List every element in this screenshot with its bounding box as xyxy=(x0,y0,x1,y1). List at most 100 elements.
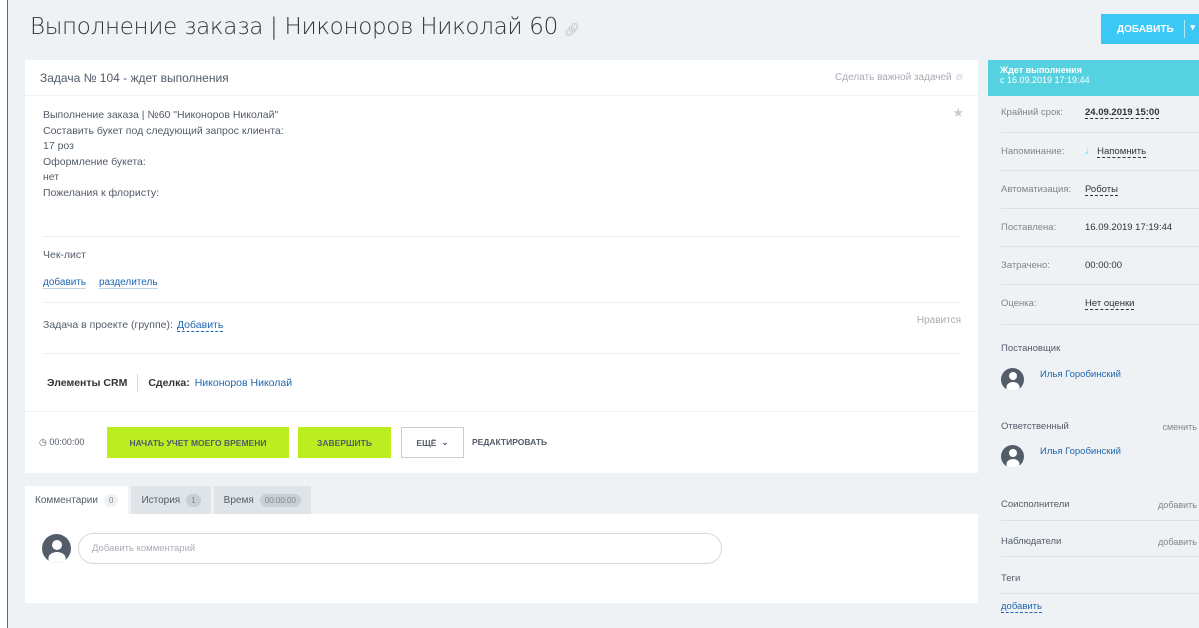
description-line: 17 роз xyxy=(43,140,74,153)
task-header-title: Задача № 104 - ждет выполнения xyxy=(40,70,229,85)
comment-input[interactable]: Добавить комментарий xyxy=(78,533,722,564)
deal-link[interactable]: Никоноров Николай xyxy=(195,377,292,389)
divider xyxy=(1001,284,1199,285)
description-line: Выполнение заказа | №60 "Никоноров Никол… xyxy=(43,109,279,121)
responsible-change-link[interactable]: сменить xyxy=(1162,422,1197,432)
spent-value: 00:00:00 xyxy=(1085,260,1122,271)
creator-name-link[interactable]: Илья Горобинский xyxy=(1040,369,1121,380)
divider xyxy=(1001,520,1199,521)
avatar-body xyxy=(48,552,65,563)
add-button-label: ДОБАВИТЬ xyxy=(1117,23,1174,35)
description-line: Пожелания к флористу: xyxy=(43,186,160,199)
divider xyxy=(1001,132,1199,133)
checklist-title: Чек-лист xyxy=(43,249,86,261)
creator-label: Постановщик xyxy=(1001,343,1061,354)
more-label: ЕЩЁ xyxy=(416,437,437,448)
deadline-value[interactable]: 24.09.2019 15:00 xyxy=(1085,107,1160,119)
status-badge: Ждет выполнения с 16.09.2019 17:19:44 xyxy=(988,60,1199,96)
spent-row: Затрачено: 00:00:00 xyxy=(1001,260,1122,271)
reminder-row: Напоминание: ♩ Напомнить xyxy=(1001,146,1147,158)
reminder-value: Напомнить xyxy=(1097,146,1147,158)
created-label: Поставлена: xyxy=(1001,222,1057,233)
automation-value[interactable]: Роботы xyxy=(1085,184,1118,196)
created-row: Поставлена: 16.09.2019 17:19:44 xyxy=(1001,222,1172,233)
comments-panel: Добавить комментарий xyxy=(25,514,978,603)
spent-label: Затрачено: xyxy=(1001,260,1050,271)
coexec-add-link[interactable]: добавить xyxy=(1158,500,1197,510)
comment-placeholder: Добавить комментарий xyxy=(92,543,196,554)
responsible-name-link[interactable]: Илья Горобинский xyxy=(1040,446,1121,457)
tab-history[interactable]: История 1 xyxy=(131,486,211,514)
page-title: Выполнение заказа | Никоноров Николай 60… xyxy=(30,14,580,40)
automation-label: Автоматизация: xyxy=(1001,184,1072,195)
page-title-text: Выполнение заказа | Никоноров Николай 60 xyxy=(30,14,558,40)
chevron-down-icon: ⌄ xyxy=(441,437,449,447)
divider xyxy=(1001,170,1199,171)
divider xyxy=(43,236,961,237)
tab-comments[interactable]: Комментарии 0 xyxy=(25,486,129,514)
tab-count: 1 xyxy=(186,493,201,507)
avatar xyxy=(1001,368,1024,391)
tab-label: Время xyxy=(223,494,254,506)
edit-button[interactable]: РЕДАКТИРОВАТЬ xyxy=(472,437,547,447)
automation-row: Автоматизация: Роботы xyxy=(1001,184,1118,196)
rating-value[interactable]: Нет оценки xyxy=(1085,298,1135,310)
tags-add-link[interactable]: добавить xyxy=(1001,601,1042,613)
deadline-row: Крайний срок: 24.09.2019 15:00 xyxy=(1001,107,1160,119)
start-time-button[interactable]: НАЧАТЬ УЧЕТ МОЕГО ВРЕМЕНИ xyxy=(107,427,289,458)
task-header: Задача № 104 - ждет выполнения Сделать в… xyxy=(25,60,978,96)
crm-label: Элементы CRM xyxy=(47,377,128,389)
responsible-label: Ответственный xyxy=(1001,421,1069,432)
avatar-head xyxy=(1008,372,1017,380)
avatar-body xyxy=(1006,382,1019,391)
creator-user: Илья Горобинский xyxy=(1001,368,1121,391)
more-button[interactable]: ЕЩЁ ⌄ xyxy=(401,427,464,458)
divider xyxy=(1001,593,1199,594)
like-link[interactable]: Нравится xyxy=(917,315,961,326)
avatar xyxy=(1001,445,1024,468)
divider xyxy=(1001,246,1199,247)
task-description: Выполнение заказа | №60 "Никоноров Никол… xyxy=(43,108,284,202)
divider xyxy=(1001,208,1199,209)
project-row: Задача в проекте (группе): Добавить xyxy=(43,319,224,332)
task-card: Задача № 104 - ждет выполнения Сделать в… xyxy=(25,60,978,473)
link-icon[interactable]: 🔗︎ xyxy=(564,23,581,38)
description-line: Составить букет под следующий запрос кли… xyxy=(43,124,284,137)
make-important-link[interactable]: Сделать важной задачей 🔥︎ xyxy=(835,72,963,83)
make-important-label: Сделать важной задачей xyxy=(835,72,952,83)
crm-divider xyxy=(137,374,139,392)
tags-label: Теги xyxy=(1001,573,1021,584)
checklist-separator-link[interactable]: разделитель xyxy=(98,277,158,289)
add-button[interactable]: ДОБАВИТЬ ▾ xyxy=(1101,14,1199,44)
project-add-link[interactable]: Добавить xyxy=(176,319,224,332)
divider xyxy=(1001,556,1199,557)
reminder-link[interactable]: ♩ Напомнить xyxy=(1085,146,1147,158)
tab-time[interactable]: Время 00:00:00 xyxy=(213,486,311,514)
star-icon[interactable]: ★ xyxy=(952,105,964,121)
add-button-divider xyxy=(1184,20,1185,38)
avatar xyxy=(42,534,71,563)
divider xyxy=(43,302,961,303)
rating-label: Оценка: xyxy=(1001,298,1037,309)
task-actions: ◷ 00:00:00 НАЧАТЬ УЧЕТ МОЕГО ВРЕМЕНИ ЗАВ… xyxy=(25,411,978,473)
status-since: с 16.09.2019 17:19:44 xyxy=(1000,75,1090,85)
description-line: нет xyxy=(43,171,60,184)
crm-row: Элементы CRM Сделка: Никоноров Николай xyxy=(47,374,292,392)
coexec-label: Соисполнители xyxy=(1001,499,1070,510)
checklist-add-link[interactable]: добавить xyxy=(43,277,87,289)
divider xyxy=(43,353,961,354)
deadline-label: Крайний срок: xyxy=(1001,107,1064,118)
deal-label: Сделка: xyxy=(148,377,190,389)
avatar-head xyxy=(51,540,62,550)
sidebar: Ждет выполнения с 16.09.2019 17:19:44 Кр… xyxy=(988,60,1199,628)
tab-count: 0 xyxy=(103,493,119,507)
avatar-head xyxy=(1008,449,1017,457)
observers-add-link[interactable]: добавить xyxy=(1158,537,1197,547)
left-edge xyxy=(0,0,8,628)
tab-label: Комментарии xyxy=(35,494,98,506)
responsible-user: Илья Горобинский xyxy=(1001,445,1121,468)
chevron-down-icon[interactable]: ▾ xyxy=(1190,22,1195,33)
complete-button[interactable]: ЗАВЕРШИТЬ xyxy=(298,427,391,458)
created-value: 16.09.2019 17:19:44 xyxy=(1085,222,1173,233)
divider xyxy=(1001,324,1199,325)
